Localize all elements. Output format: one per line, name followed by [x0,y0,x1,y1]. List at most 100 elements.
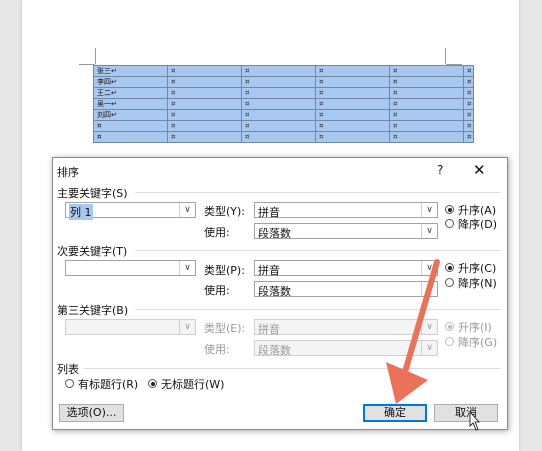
table-cell[interactable]: ¤ [315,109,390,121]
table-cell[interactable]: ¤ [241,65,316,77]
table-row[interactable]: 王二↵ ¤ ¤ ¤ ¤ ¤ [93,87,474,99]
primary-key-field-value: 列 1 [69,204,93,220]
table-cell[interactable]: ¤ [241,87,316,99]
secondary-desc-radio[interactable] [445,278,454,287]
chevron-down-icon: ∨ [421,203,437,217]
table-cell[interactable]: ¤ [315,98,390,110]
secondary-key-field-select[interactable]: ∨ [65,260,196,276]
chevron-down-icon: ∨ [421,224,437,238]
row-end-mark: ¤ [463,131,474,143]
third-type-value: 拼音 [258,323,280,336]
third-key-label: 第三关键字(B) [57,304,129,317]
primary-asc-radio[interactable] [445,205,454,214]
table-cell[interactable]: 刘四↵ [93,109,168,121]
third-desc-radio [445,337,454,346]
table-row[interactable]: ¤ ¤ ¤ ¤ ¤ ¤ [93,120,474,132]
secondary-use-label: 使用: [204,284,230,297]
secondary-type-label: 类型(P): [204,264,245,277]
section-divider [135,192,501,193]
cancel-button[interactable]: 取消 [434,404,498,422]
secondary-desc-label[interactable]: 降序(N) [458,275,497,291]
table-cell[interactable]: ¤ [167,76,242,88]
table-cell[interactable]: ¤ [241,131,316,143]
table-row[interactable]: ¤ ¤ ¤ ¤ ¤ ¤ [93,131,474,143]
table-cell[interactable]: ¤ [389,109,464,121]
table-cell[interactable]: ¤ [389,120,464,132]
table-cell[interactable]: 王二↵ [93,87,168,99]
table-cell[interactable]: ¤ [315,87,390,99]
secondary-type-select[interactable]: 拼音 ∨ [254,260,438,277]
list-label: 列表 [57,363,79,376]
table-cell[interactable]: ¤ [315,120,390,132]
primary-use-value: 段落数 [258,227,291,240]
close-icon[interactable]: ✕ [473,161,486,179]
primary-type-label: 类型(Y): [204,205,246,218]
table-cell[interactable]: ¤ [389,131,464,143]
table-cell[interactable]: ¤ [167,120,242,132]
table-cell[interactable]: ¤ [315,65,390,77]
table-cell[interactable]: ¤ [389,65,464,77]
secondary-asc-label[interactable]: 升序(C) [458,260,496,276]
primary-desc-label[interactable]: 降序(D) [458,216,497,232]
table-cell[interactable]: 吴一↵ [93,98,168,110]
table-cell[interactable]: ¤ [93,131,168,143]
table-row[interactable]: 李四↵ ¤ ¤ ¤ ¤ ¤ [93,76,474,88]
sort-dialog: 排序 ? ✕ 主要关键字(S) 列 1 ∨ 类型(Y): 拼音 ∨ 使用: 段落… [52,157,508,430]
third-use-value: 段落数 [258,344,291,357]
table-cell[interactable]: ¤ [241,120,316,132]
primary-key-field-select[interactable]: 列 1 ∨ [65,202,196,220]
secondary-asc-radio[interactable] [445,263,454,272]
table-row[interactable]: 张三↵ ¤ ¤ ¤ ¤ ¤ [93,65,474,77]
table-row[interactable]: 吴一↵ ¤ ¤ ¤ ¤ ¤ [93,98,474,110]
row-end-mark: ¤ [463,98,474,110]
section-divider [83,368,501,369]
third-type-select: 拼音 ∨ [254,319,438,336]
secondary-type-value: 拼音 [258,264,280,277]
third-key-field-select: ∨ [65,319,196,335]
third-use-label: 使用: [204,343,230,356]
table-cell[interactable]: ¤ [241,109,316,121]
help-button[interactable]: ? [437,163,443,177]
table-cell[interactable]: ¤ [389,87,464,99]
table-cell[interactable]: ¤ [389,76,464,88]
header-row-label[interactable]: 有标题行(R) [78,376,138,392]
table-cell[interactable]: 张三↵ [93,65,168,77]
table-cell[interactable]: ¤ [241,76,316,88]
table-cell[interactable]: ¤ [167,87,242,99]
crop-mark-left-vertical [95,48,96,64]
table-cell[interactable]: ¤ [167,131,242,143]
chevron-down-icon: ∨ [179,261,195,275]
ok-button[interactable]: 确定 [363,404,427,422]
primary-key-label: 主要关键字(S) [57,187,128,200]
table-cell[interactable]: ¤ [93,120,168,132]
crop-mark-right-vertical [445,48,446,64]
section-divider [135,309,501,310]
table-cell[interactable]: ¤ [315,131,390,143]
table-cell[interactable]: ¤ [315,76,390,88]
primary-desc-radio[interactable] [445,219,454,228]
third-asc-label: 升序(I) [458,321,492,334]
table-cell[interactable]: ¤ [167,109,242,121]
secondary-use-select[interactable]: 段落数 ∨ [254,281,438,298]
row-end-mark: ¤ [463,65,474,77]
table-cell[interactable]: ¤ [167,98,242,110]
table-cell[interactable]: ¤ [389,98,464,110]
row-end-mark: ¤ [463,120,474,132]
table-cell[interactable]: ¤ [167,65,242,77]
third-desc-label: 降序(G) [458,336,498,349]
row-end-mark: ¤ [463,87,474,99]
table-cell[interactable]: 李四↵ [93,76,168,88]
options-button[interactable]: 选项(O)... [59,404,124,422]
chevron-down-icon: ∨ [421,282,437,296]
table-row[interactable]: 刘四↵ ¤ ¤ ¤ ¤ ¤ [93,109,474,121]
primary-use-select[interactable]: 段落数 ∨ [254,223,438,240]
chevron-down-icon: ∨ [421,320,437,334]
table-cell[interactable]: ¤ [241,98,316,110]
selected-table[interactable]: 张三↵ ¤ ¤ ¤ ¤ ¤ 李四↵ ¤ ¤ ¤ ¤ ¤ 王二↵ ¤ ¤ ¤ ¤ ¤ 吴一↵ ¤ ¤ ¤ ¤ ¤ 刘四↵ ¤ ¤ ¤ ¤ ¤… [93,65,474,143]
no-header-row-label[interactable]: 无标题行(W) [161,376,224,392]
header-row-radio[interactable] [65,379,74,388]
secondary-use-value: 段落数 [258,285,291,298]
primary-type-select[interactable]: 拼音 ∨ [254,202,438,219]
no-header-row-radio[interactable] [148,379,157,388]
third-asc-radio [445,322,454,331]
